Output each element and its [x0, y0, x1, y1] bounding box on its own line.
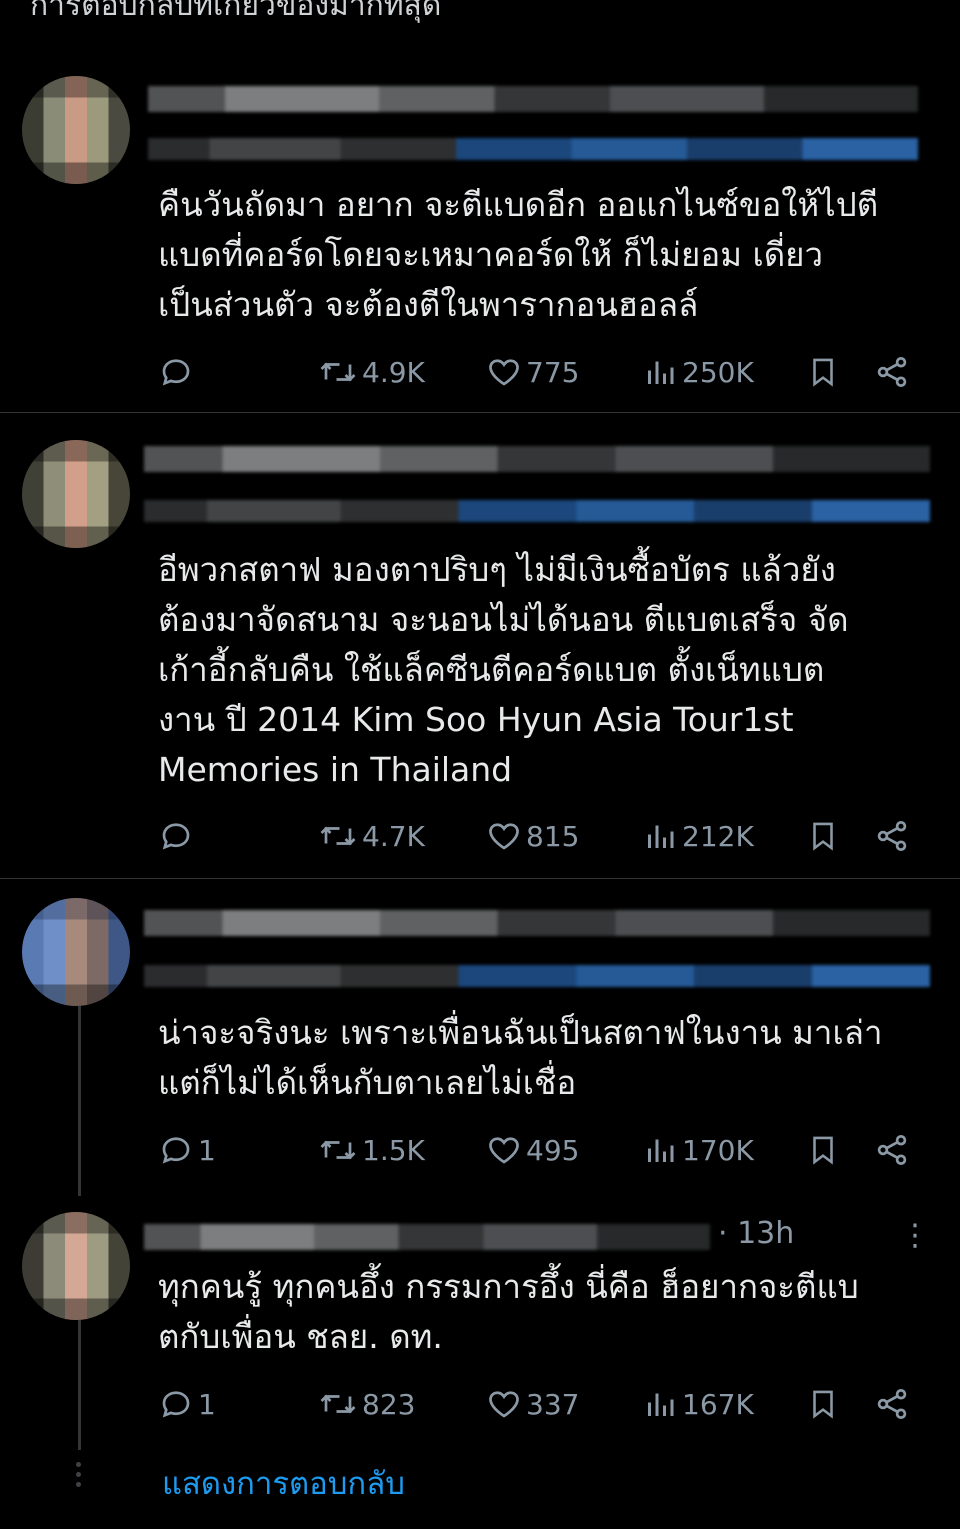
avatar[interactable]	[22, 1212, 130, 1320]
reply-button[interactable]: 1	[158, 1382, 216, 1426]
heart-icon	[489, 1391, 519, 1418]
post-text: ทุกคนรู้ ทุกคนอึ้ง กรรมการอึ้ง นี่คือ ฮ็…	[158, 1267, 859, 1356]
repost-icon	[320, 1394, 356, 1414]
bookmark-icon	[813, 1390, 833, 1419]
repost-count: 823	[362, 1387, 416, 1421]
show-replies-link[interactable]: แสดงการตอบกลับ	[162, 1458, 405, 1508]
post-4[interactable]: · 13h ⋮ ทุกคนรู้ ทุกคนอึ้ง กรรมการอึ้ง น…	[0, 0, 960, 1440]
reply-icon	[162, 1391, 190, 1418]
share-icon	[877, 1389, 907, 1419]
post-actions: 1 823 337 167K	[0, 1382, 960, 1426]
reply-count: 1	[198, 1387, 216, 1421]
share-button[interactable]	[874, 1382, 910, 1426]
post-timestamp[interactable]: · 13h	[718, 1216, 794, 1251]
thread-dots	[76, 1462, 82, 1492]
view-count: 167K	[682, 1387, 754, 1421]
repost-button[interactable]: 823	[318, 1382, 415, 1426]
like-button[interactable]: 337	[486, 1382, 579, 1426]
like-count: 337	[526, 1387, 580, 1421]
author-name-blurred[interactable]	[144, 1224, 710, 1250]
views-button[interactable]: 167K	[642, 1382, 754, 1426]
more-options-icon[interactable]: ⋮	[900, 1218, 930, 1253]
views-icon	[648, 1393, 674, 1416]
bookmark-button[interactable]	[806, 1382, 840, 1426]
